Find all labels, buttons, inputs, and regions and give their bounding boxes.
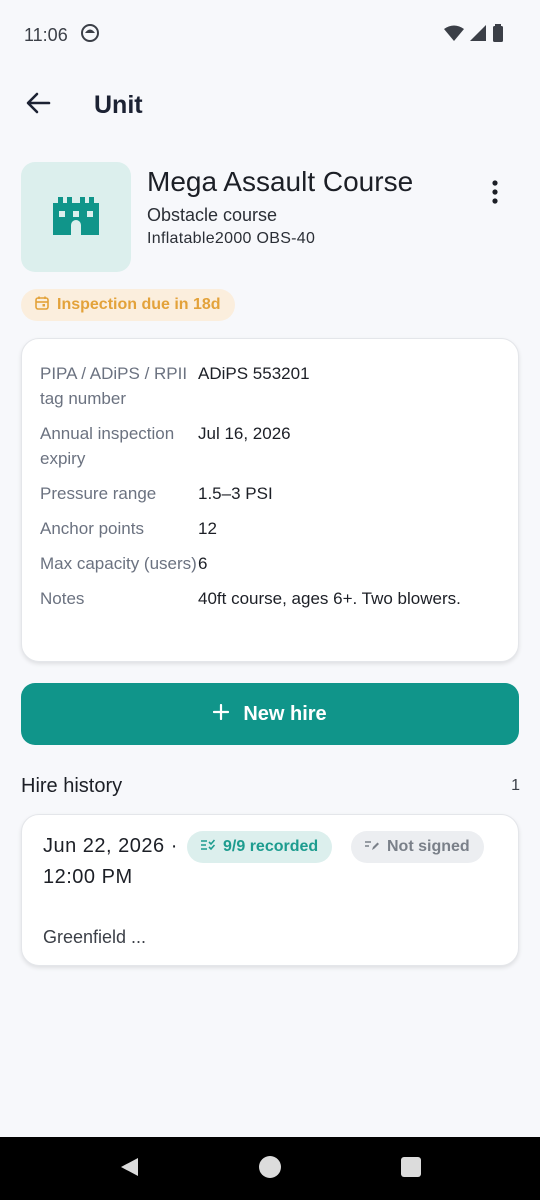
inspection-due-badge: Inspection due in 18d xyxy=(21,289,235,321)
signature-chip-label: Not signed xyxy=(387,838,470,855)
recorded-chip: 9/9 recorded xyxy=(187,831,333,863)
detail-row-notes: Notes 40ft course, ages 6+. Two blowers. xyxy=(40,586,500,611)
detail-label: Pressure range xyxy=(40,484,157,503)
detail-value: Jul 16, 2026 xyxy=(198,424,291,443)
detail-label: PIPA / ADiPS / RPII tag number xyxy=(40,364,188,408)
unit-header: Mega Assault Course Obstacle course Infl… xyxy=(21,162,521,274)
status-right xyxy=(444,23,504,47)
hire-history-count: 1 xyxy=(511,777,520,794)
checklist-icon xyxy=(201,838,216,856)
nav-recents-button[interactable] xyxy=(399,1156,423,1183)
detail-label: Annual inspection expiry xyxy=(40,424,175,468)
detail-label: Notes xyxy=(40,589,85,608)
detail-value: 40ft course, ages 6+. Two blowers. xyxy=(198,589,461,608)
detail-row-anchor-points: Anchor points 12 xyxy=(40,516,500,541)
signature-chip: Not signed xyxy=(351,831,484,863)
nav-home-button[interactable] xyxy=(258,1155,282,1184)
wifi-icon xyxy=(444,25,464,46)
calendar-icon xyxy=(35,296,49,315)
unit-type: Obstacle course xyxy=(147,205,278,225)
nav-back-icon xyxy=(118,1156,140,1183)
detail-row-inspection-expiry: Annual inspection expiry Jul 16, 2026 xyxy=(40,421,500,471)
page-title: Unit xyxy=(94,90,143,119)
detail-label: Max capacity (users) xyxy=(40,554,197,573)
edit-note-icon xyxy=(365,838,379,856)
recorded-chip-label: 9/9 recorded xyxy=(223,838,319,855)
notification-icon xyxy=(80,23,100,48)
detail-value: 6 xyxy=(198,554,208,573)
signal-icon xyxy=(470,24,486,46)
system-nav-bar xyxy=(0,1137,540,1200)
nav-recents-icon xyxy=(400,1156,422,1183)
detail-value: 12 xyxy=(198,519,217,538)
castle-icon xyxy=(53,195,99,240)
unit-model: Inflatable2000 OBS-40 xyxy=(147,230,316,247)
hire-date: Jun 22, 2026 · 12:00 PM xyxy=(43,835,178,888)
detail-value: 1.5–3 PSI xyxy=(198,484,273,503)
unit-thumbnail xyxy=(21,162,131,272)
new-hire-label: New hire xyxy=(243,702,327,725)
status-left: 11:06 xyxy=(24,23,100,48)
nav-back-button[interactable] xyxy=(117,1157,141,1181)
status-time: 11:06 xyxy=(24,24,68,45)
plus-icon xyxy=(213,703,230,726)
detail-row-tag-number: PIPA / ADiPS / RPII tag number ADiPS 553… xyxy=(40,361,500,411)
inspection-due-label: Inspection due in 18d xyxy=(57,296,221,313)
more-vert-icon xyxy=(492,179,498,209)
app-bar: Unit xyxy=(0,70,540,140)
detail-value: ADiPS 553201 xyxy=(198,364,310,383)
unit-name: Mega Assault Course xyxy=(147,166,414,197)
detail-row-max-capacity: Max capacity (users) 6 xyxy=(40,551,500,576)
back-button[interactable] xyxy=(22,89,54,121)
unit-details-card: PIPA / ADiPS / RPII tag number ADiPS 553… xyxy=(21,338,519,662)
new-hire-button[interactable]: New hire xyxy=(21,683,519,745)
more-options-button[interactable] xyxy=(481,178,509,210)
hire-history-item[interactable]: Jun 22, 2026 · 12:00 PM Greenfield ... 9… xyxy=(21,814,519,966)
arrow-back-icon xyxy=(25,92,51,119)
detail-row-pressure-range: Pressure range 1.5–3 PSI xyxy=(40,481,500,506)
status-bar: 11:06 xyxy=(0,0,540,70)
detail-label: Anchor points xyxy=(40,519,144,538)
nav-home-icon xyxy=(258,1155,282,1184)
hire-history-title: Hire history xyxy=(21,775,123,797)
battery-icon xyxy=(492,23,504,47)
hire-location: Greenfield ... xyxy=(43,927,147,947)
